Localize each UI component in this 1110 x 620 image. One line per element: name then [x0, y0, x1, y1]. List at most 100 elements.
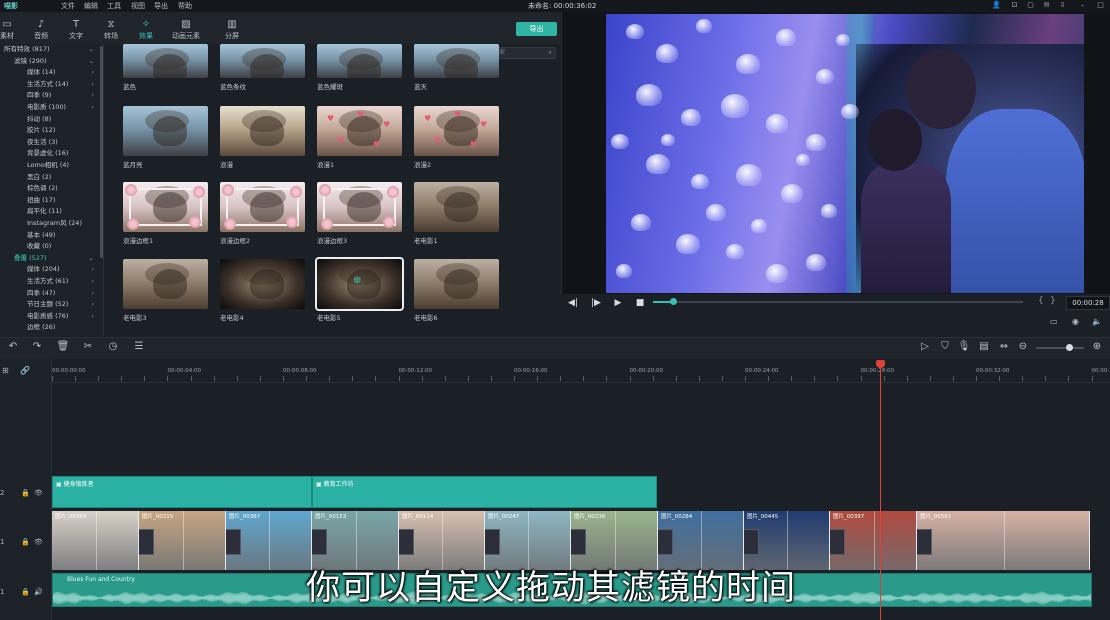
effect-thumbnail[interactable] — [414, 44, 499, 78]
menu-export[interactable]: 导出 — [154, 0, 168, 12]
tree-item[interactable]: 滤镜 (290) ⌄ — [0, 56, 100, 68]
overlay-clip[interactable]: ▣ 教育工作坊 — [312, 476, 657, 508]
tree-item[interactable]: Instagram风 (24) — [0, 218, 100, 230]
mark-out-icon[interactable]: } — [1050, 296, 1056, 306]
lock-icon[interactable]: 🔒 — [21, 586, 30, 598]
transition-marker[interactable] — [658, 529, 673, 555]
volume-icon[interactable]: 🔈 — [1092, 317, 1102, 326]
tree-scrollbar[interactable] — [100, 46, 103, 258]
delete-icon[interactable]: 🗑 — [56, 341, 70, 353]
cut-icon[interactable]: ✂ — [81, 341, 95, 353]
overlay-clip[interactable]: ▣ 健身锻炼者 — [52, 476, 312, 508]
visibility-icon[interactable]: 👁 — [34, 536, 43, 548]
zoom-slider-handle[interactable] — [1066, 344, 1073, 351]
undo-icon[interactable]: ↶ — [6, 341, 20, 353]
playhead-handle[interactable] — [876, 360, 885, 368]
playback-scrubber[interactable] — [653, 301, 1023, 303]
redo-icon[interactable]: ↷ — [30, 341, 44, 353]
tree-item[interactable]: 叠覆 (527) ⌄ — [0, 253, 100, 265]
timeline-ruler[interactable] — [52, 359, 1110, 383]
tree-item[interactable]: 夜生活 (3) — [0, 137, 100, 149]
tree-item[interactable]: 基本 (49) — [0, 230, 100, 242]
voiceover-icon[interactable]: 🎙 — [957, 341, 971, 353]
chevron-right-icon[interactable]: › — [91, 79, 94, 91]
audio-volume-icon[interactable]: 🔊 — [34, 586, 43, 598]
effect-thumbnail[interactable] — [414, 259, 499, 309]
tree-item[interactable]: 生活方式 (14) › — [0, 79, 100, 91]
chevron-right-icon[interactable]: › — [91, 264, 94, 276]
chevron-right-icon[interactable]: › — [91, 67, 94, 79]
tree-item[interactable]: 节日主题 (52) › — [0, 299, 100, 311]
tree-item[interactable]: 四季 (9) › — [0, 90, 100, 102]
effect-thumbnail[interactable] — [414, 182, 499, 232]
chevron-right-icon[interactable]: › — [91, 288, 94, 300]
video-clip[interactable]: 图片_00393 — [52, 511, 139, 570]
tree-item[interactable]: 扁平化 (11) — [0, 206, 100, 218]
video-clip[interactable]: 图片_00367 — [226, 511, 312, 570]
tree-item[interactable]: 四季 (47) › — [0, 288, 100, 300]
step-forward-icon[interactable]: |▶ — [590, 297, 602, 309]
maximize-icon[interactable]: □ — [1096, 1, 1105, 10]
chevron-down-icon[interactable]: ⌄ — [89, 44, 94, 56]
scrubber-handle[interactable] — [670, 298, 677, 305]
tree-item[interactable]: 边框 (26) — [0, 322, 100, 334]
effect-thumbnail[interactable] — [317, 44, 402, 78]
tree-item[interactable]: 所有特效 (817) ⌄ — [0, 44, 100, 56]
add-effect-icon[interactable]: ⊕ — [353, 275, 361, 286]
tab-image[interactable]: ▨ 动画元素 — [171, 18, 201, 42]
effect-thumbnail[interactable] — [317, 182, 402, 232]
tab-folder[interactable]: ▭ 素材 — [0, 18, 22, 42]
tree-item[interactable]: 棕色调 (2) — [0, 183, 100, 195]
file-icon[interactable]: ▢ — [1026, 1, 1035, 10]
zoom-slider[interactable] — [1036, 347, 1084, 349]
effect-thumbnail[interactable] — [220, 259, 305, 309]
video-clip[interactable]: 图片_00397 — [830, 511, 917, 570]
menu-view[interactable]: 视图 — [131, 0, 145, 12]
visibility-icon[interactable]: 👁 — [34, 487, 43, 499]
tree-item[interactable]: 电影质 (100) › — [0, 102, 100, 114]
lock-icon[interactable]: 🔒 — [21, 487, 30, 499]
download-icon[interactable]: ⇩ — [1058, 1, 1067, 10]
speed-icon[interactable]: ◷ — [106, 341, 120, 353]
tree-item[interactable]: 收藏 (0) — [0, 241, 100, 253]
mark-in-icon[interactable]: { — [1038, 296, 1044, 306]
link-icon[interactable]: 🔗 — [20, 366, 30, 375]
cart-icon[interactable]: ⊡ — [1010, 1, 1019, 10]
chevron-down-icon[interactable]: ⌄ — [89, 253, 94, 265]
stop-icon[interactable]: ■ — [634, 297, 646, 309]
playhead-line[interactable] — [880, 365, 881, 620]
skip-back-icon[interactable]: ◀| — [567, 297, 579, 309]
tree-item[interactable]: 黑白 (2) — [0, 172, 100, 184]
tree-item[interactable]: 扭曲 (17) — [0, 195, 100, 207]
tree-item[interactable]: 电影质感 (76) › — [0, 311, 100, 323]
zoom-in-icon[interactable]: ⊕ — [1090, 341, 1104, 353]
effect-thumbnail[interactable] — [220, 182, 305, 232]
effect-thumbnail[interactable] — [123, 259, 208, 309]
menu-file[interactable]: 文件 — [61, 0, 75, 12]
transition-marker[interactable] — [744, 529, 759, 555]
effect-thumbnail[interactable] — [123, 44, 208, 78]
lock-icon[interactable]: 🔒 — [21, 536, 30, 548]
tab-text[interactable]: T 文字 — [61, 18, 91, 42]
effect-thumbnail[interactable] — [220, 106, 305, 156]
tab-transition[interactable]: ⧖ 转场 — [96, 18, 126, 42]
chevron-right-icon[interactable]: › — [91, 311, 94, 323]
render-icon[interactable]: ▷ — [918, 341, 932, 353]
marker-icon[interactable]: ⛉ — [938, 341, 952, 353]
tree-item[interactable]: 胶片 (12) — [0, 125, 100, 137]
menu-edit[interactable]: 编辑 — [84, 0, 98, 12]
menu-help[interactable]: 帮助 — [178, 0, 192, 12]
transition-marker[interactable] — [571, 529, 586, 555]
tree-item[interactable]: 媒体 (204) › — [0, 264, 100, 276]
minimize-icon[interactable]: – — [1078, 1, 1087, 10]
transition-marker[interactable] — [830, 529, 845, 555]
tab-split-screen[interactable]: ▥ 分屏 — [217, 18, 247, 42]
mail-icon[interactable]: ✉ — [1042, 1, 1051, 10]
chevron-down-icon[interactable]: ⌄ — [89, 56, 94, 68]
tab-effects[interactable]: ✧ 效果 — [131, 18, 161, 42]
tab-music-note[interactable]: ♪ 音频 — [26, 18, 56, 42]
add-track-icon[interactable]: ⊞ — [2, 366, 9, 375]
tree-item[interactable]: 媒体 (14) › — [0, 67, 100, 79]
transition-marker[interactable] — [399, 529, 414, 555]
effect-thumbnail[interactable]: ⊕ — [315, 257, 404, 311]
